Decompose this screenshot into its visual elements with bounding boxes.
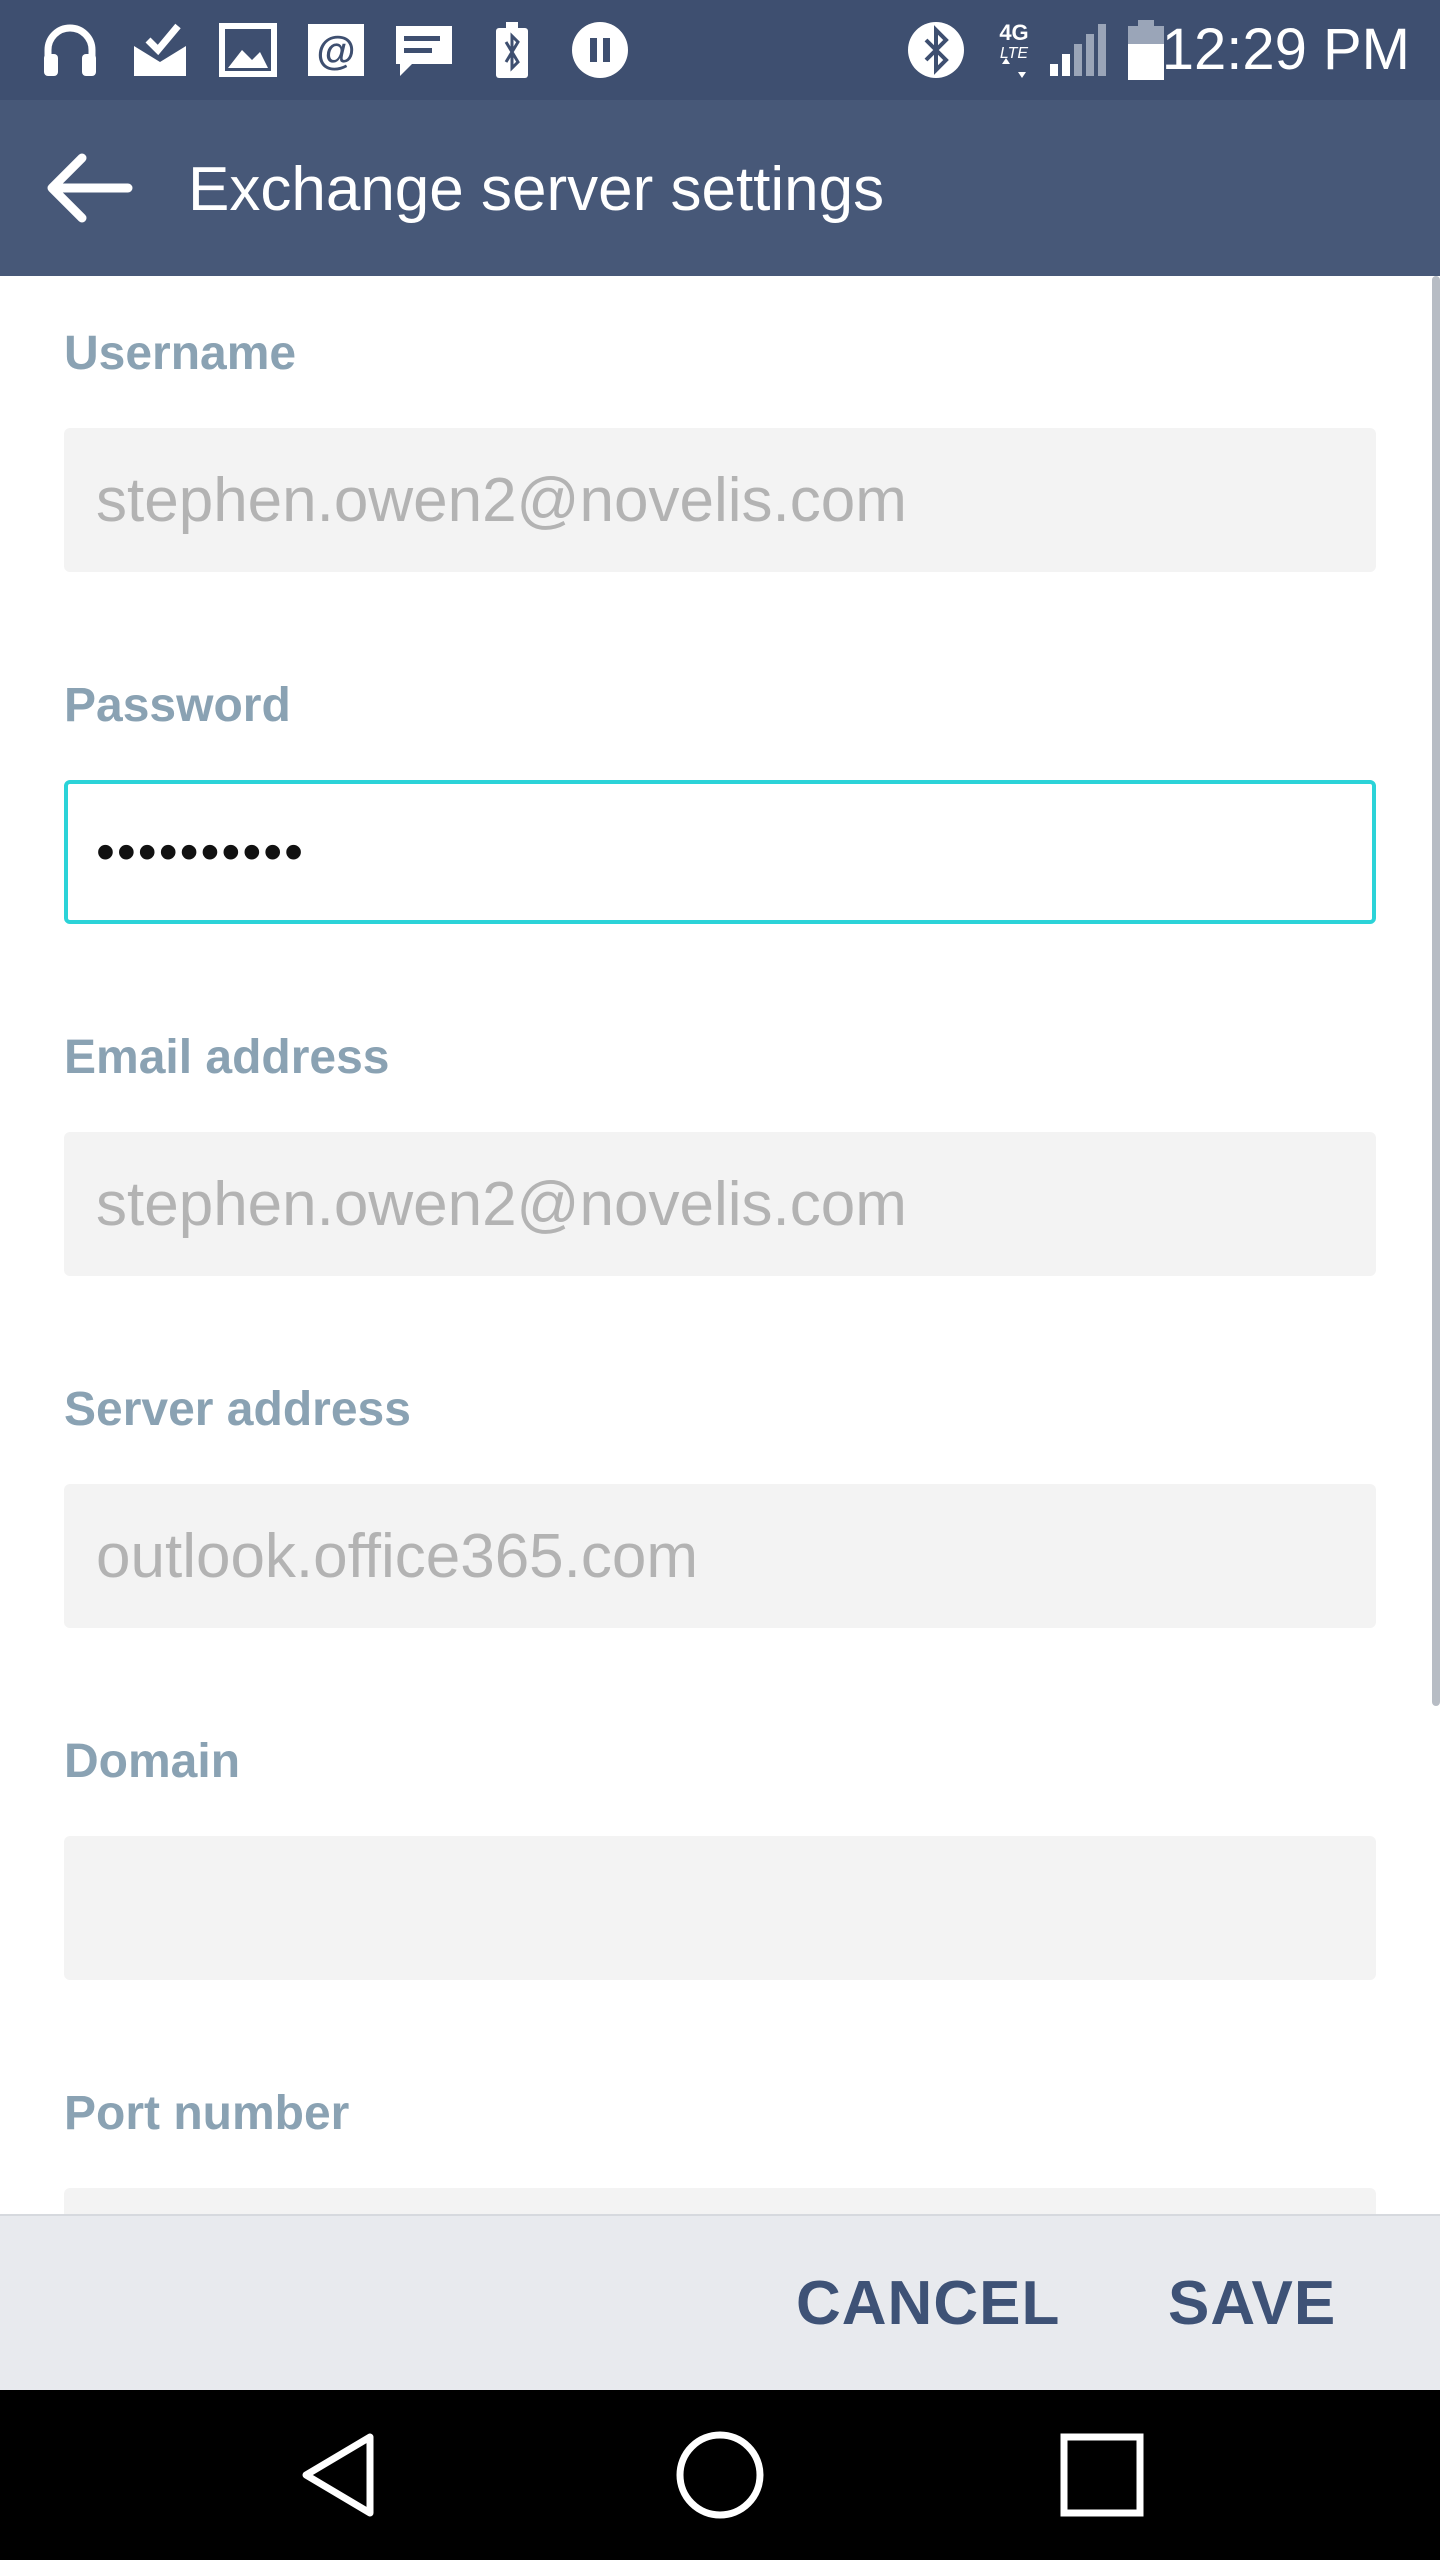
image-icon — [216, 18, 280, 82]
username-value: stephen.owen2@novelis.com — [96, 465, 907, 535]
battery-bluetooth-icon — [480, 18, 544, 82]
signal-icon — [1046, 18, 1110, 82]
svg-text:@: @ — [316, 29, 355, 73]
network-sub-label: LTE — [1000, 45, 1028, 62]
password-value: •••••••••• — [96, 822, 306, 882]
cancel-button[interactable]: CANCEL — [796, 2266, 1060, 2342]
username-label: Username — [64, 327, 297, 380]
domain-label: Domain — [64, 1735, 241, 1788]
email-value: stephen.owen2@novelis.com — [96, 1169, 907, 1239]
password-field[interactable]: •••••••••• — [64, 780, 1376, 924]
navigation-bar — [0, 2390, 1440, 2560]
app-bar: Exchange server settings — [0, 100, 1440, 276]
save-button[interactable]: SAVE — [1168, 2266, 1336, 2342]
at-sign-icon: @ — [304, 18, 368, 82]
mail-check-icon — [128, 18, 192, 82]
email-label: Email address — [64, 1031, 390, 1084]
status-bar: @ 4G LTE 12:29 PM — [0, 0, 1440, 100]
settings-form[interactable]: Username stephen.owen2@novelis.com Passw… — [0, 276, 1440, 2214]
status-time: 12:29 PM — [1161, 17, 1410, 82]
network-label: 4G — [999, 20, 1028, 45]
server-field[interactable]: outlook.office365.com — [64, 1484, 1376, 1628]
username-field[interactable]: stephen.owen2@novelis.com — [64, 428, 1376, 572]
back-triangle-icon[interactable] — [292, 2425, 392, 2525]
server-value: outlook.office365.com — [96, 1521, 699, 1591]
email-field[interactable]: stephen.owen2@novelis.com — [64, 1132, 1376, 1276]
port-label: Port number — [64, 2087, 350, 2140]
home-circle-icon[interactable] — [670, 2425, 770, 2525]
action-bar: CANCEL SAVE — [0, 2214, 1440, 2390]
pause-icon — [568, 18, 632, 82]
server-label: Server address — [64, 1383, 411, 1436]
bluetooth-icon — [904, 18, 968, 82]
domain-field[interactable] — [64, 1836, 1376, 1980]
lte-icon: 4G LTE — [986, 18, 1042, 82]
port-field[interactable] — [64, 2188, 1376, 2214]
back-button[interactable] — [30, 140, 146, 236]
password-label: Password — [64, 679, 291, 732]
back-arrow-icon — [47, 153, 133, 223]
page-title: Exchange server settings — [188, 155, 885, 224]
scrollbar[interactable] — [1432, 276, 1440, 1706]
headphones-icon — [38, 18, 102, 82]
recents-square-icon[interactable] — [1052, 2425, 1152, 2525]
message-icon — [392, 18, 456, 82]
